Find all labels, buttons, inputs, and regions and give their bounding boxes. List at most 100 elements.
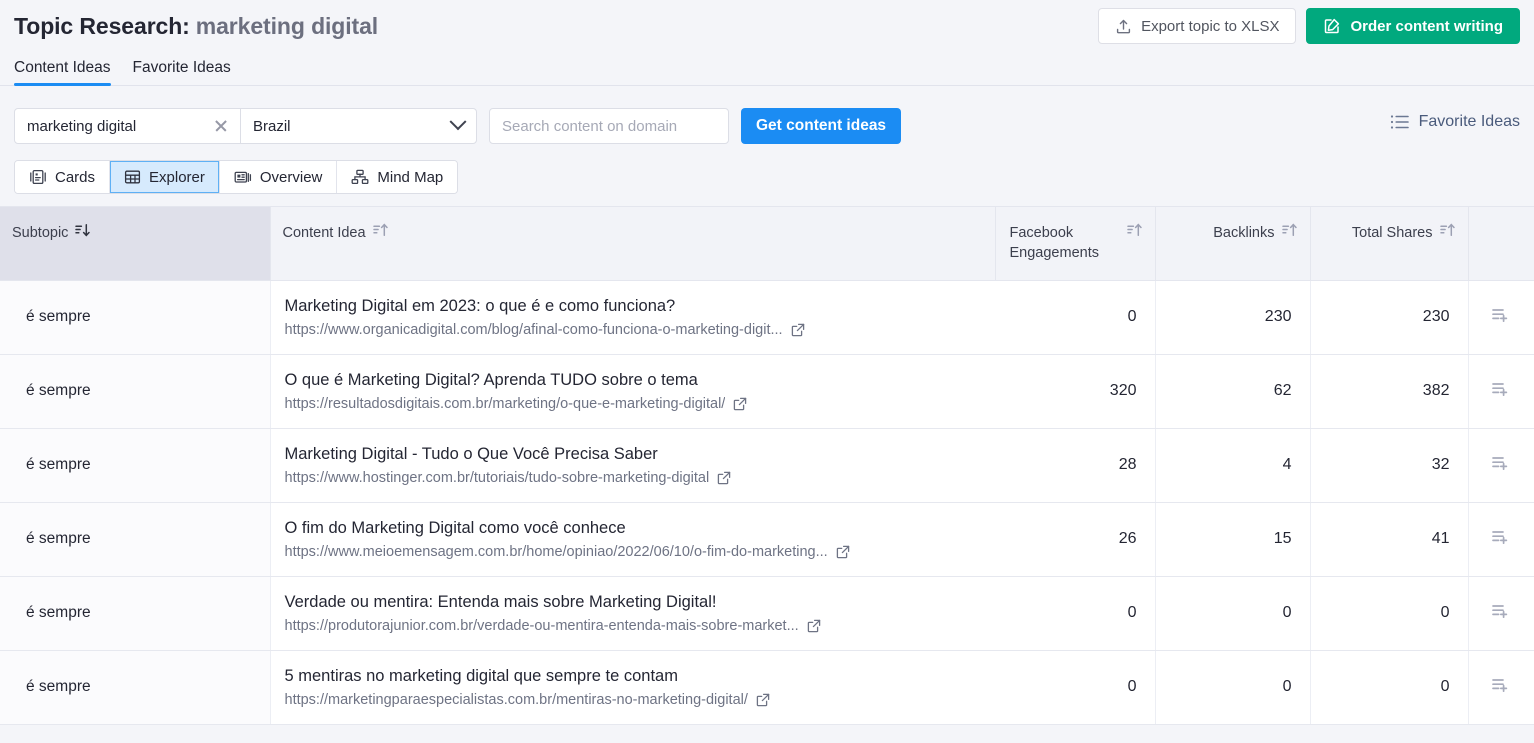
close-icon[interactable] [212, 117, 230, 135]
export-topic-label: Export topic to XLSX [1141, 17, 1280, 35]
cell-total-shares: 0 [1310, 650, 1469, 725]
cell-total-shares: 382 [1310, 354, 1469, 429]
external-link-icon[interactable] [807, 619, 821, 633]
cell-content-idea: Verdade ou mentira: Entenda mais sobre M… [270, 576, 995, 651]
view-explorer-button[interactable]: Explorer [110, 161, 220, 193]
overview-icon [234, 169, 252, 185]
cell-facebook-engagements: 0 [995, 576, 1156, 651]
add-to-list-icon[interactable] [1491, 380, 1511, 398]
table-row[interactable]: é sempre 5 mentiras no marketing digital… [0, 650, 1534, 725]
page-title-topic: marketing digital [195, 12, 379, 39]
table-row[interactable]: é sempre Verdade ou mentira: Entenda mai… [0, 576, 1534, 651]
ideas-table: Subtopic Content Idea Facebook Engagemen… [0, 207, 1534, 725]
add-to-list-icon[interactable] [1491, 676, 1511, 694]
idea-title[interactable]: Verdade ou mentira: Entenda mais sobre M… [285, 592, 978, 613]
main-tabs: Content Ideas Favorite Ideas [0, 52, 1534, 86]
idea-title[interactable]: 5 mentiras no marketing digital que semp… [285, 666, 978, 687]
tab-favorite-ideas-label: Favorite Ideas [132, 59, 231, 76]
upload-icon [1115, 18, 1132, 35]
get-content-ideas-button[interactable]: Get content ideas [741, 108, 902, 144]
cell-content-idea: Marketing Digital em 2023: o que é e com… [270, 280, 995, 355]
keyword-input[interactable]: marketing digital [15, 109, 240, 143]
cell-actions [1468, 280, 1534, 355]
keyword-country-combo: marketing digital Brazil [14, 108, 477, 144]
column-header-total-shares-label: Total Shares [1351, 225, 1433, 241]
cell-facebook-engagements: 26 [995, 502, 1156, 577]
cell-subtopic: é sempre [0, 354, 271, 429]
top-bar-actions: Export topic to XLSX Order content writi… [1098, 8, 1520, 44]
idea-url[interactable]: https://produtorajunior.com.br/verdade-o… [285, 618, 799, 634]
view-cards-button[interactable]: Cards [15, 161, 111, 193]
cell-content-idea: 5 mentiras no marketing digital que semp… [270, 650, 995, 725]
idea-url-row: https://produtorajunior.com.br/verdade-o… [285, 618, 978, 634]
country-value: Brazil [253, 117, 291, 135]
idea-url[interactable]: https://www.organicadigital.com/blog/afi… [285, 322, 783, 338]
cell-actions [1468, 428, 1534, 503]
cell-backlinks: 0 [1155, 650, 1311, 725]
external-link-icon[interactable] [733, 397, 747, 411]
cell-total-shares: 41 [1310, 502, 1469, 577]
column-header-subtopic[interactable]: Subtopic [0, 207, 271, 281]
add-to-list-icon[interactable] [1491, 602, 1511, 620]
order-content-writing-label: Order content writing [1350, 17, 1503, 35]
add-to-list-icon[interactable] [1491, 306, 1511, 324]
idea-url[interactable]: https://www.meioemensagem.com.br/home/op… [285, 544, 828, 560]
cell-subtopic: é sempre [0, 502, 271, 577]
country-select[interactable]: Brazil [241, 109, 476, 143]
idea-title[interactable]: O que é Marketing Digital? Aprenda TUDO … [285, 370, 978, 391]
cell-facebook-engagements: 28 [995, 428, 1156, 503]
table-body: é sempre Marketing Digital em 2023: o qu… [0, 280, 1534, 725]
column-header-content-idea[interactable]: Content Idea [270, 207, 996, 281]
view-mindmap-label: Mind Map [377, 168, 444, 186]
column-header-total-shares[interactable]: Total Shares [1310, 207, 1469, 281]
page-title: Topic Research: marketing digital [14, 13, 378, 40]
column-header-facebook-engagements-label: Facebook Engagements [1009, 225, 1099, 262]
mindmap-icon [351, 169, 369, 185]
table-row[interactable]: é sempre O que é Marketing Digital? Apre… [0, 354, 1534, 429]
tab-content-ideas[interactable]: Content Ideas [14, 59, 111, 86]
table-row[interactable]: é sempre Marketing Digital - Tudo o Que … [0, 428, 1534, 503]
view-cards-label: Cards [55, 168, 96, 186]
view-explorer-label: Explorer [149, 168, 205, 186]
idea-url-row: https://resultadosdigitais.com.br/market… [285, 396, 978, 412]
export-topic-button[interactable]: Export topic to XLSX [1098, 8, 1297, 44]
tab-favorite-ideas[interactable]: Favorite Ideas [133, 59, 231, 85]
cell-actions [1468, 502, 1534, 577]
idea-url[interactable]: https://marketingparaespecialistas.com.b… [285, 692, 748, 708]
cell-subtopic: é sempre [0, 650, 271, 725]
external-link-icon[interactable] [836, 545, 850, 559]
view-overview-button[interactable]: Overview [219, 161, 338, 193]
view-overview-label: Overview [259, 168, 323, 186]
sort-asc-icon [1281, 223, 1298, 238]
idea-url[interactable]: https://resultadosdigitais.com.br/market… [285, 396, 726, 412]
external-link-icon[interactable] [756, 693, 770, 707]
favorite-ideas-link[interactable]: Favorite Ideas [1390, 104, 1520, 140]
sort-desc-icon [75, 223, 91, 238]
idea-title[interactable]: Marketing Digital em 2023: o que é e com… [285, 296, 978, 317]
order-content-writing-button[interactable]: Order content writing [1306, 8, 1520, 44]
column-header-backlinks-label: Backlinks [1213, 225, 1275, 241]
add-to-list-icon[interactable] [1491, 528, 1511, 546]
favorite-ideas-link-label: Favorite Ideas [1418, 113, 1520, 130]
cell-backlinks: 0 [1155, 576, 1311, 651]
idea-url[interactable]: https://www.hostinger.com.br/tutoriais/t… [285, 470, 710, 486]
top-bar: Topic Research: marketing digital Export … [0, 0, 1534, 52]
view-mindmap-button[interactable]: Mind Map [337, 161, 458, 193]
cell-facebook-engagements: 320 [995, 354, 1156, 429]
search-controls: marketing digital Brazil Get content ide… [0, 86, 1534, 148]
column-header-facebook-engagements[interactable]: Facebook Engagements [995, 207, 1156, 281]
cell-total-shares: 0 [1310, 576, 1469, 651]
edit-square-icon [1323, 17, 1341, 35]
cell-subtopic: é sempre [0, 428, 271, 503]
idea-title[interactable]: O fim do Marketing Digital como você con… [285, 518, 978, 539]
add-to-list-icon[interactable] [1491, 454, 1511, 472]
list-icon [1390, 114, 1409, 130]
idea-title[interactable]: Marketing Digital - Tudo o Que Você Prec… [285, 444, 978, 465]
search-domain-input[interactable] [489, 108, 729, 144]
table-row[interactable]: é sempre Marketing Digital em 2023: o qu… [0, 280, 1534, 355]
sort-asc-icon [372, 223, 389, 238]
external-link-icon[interactable] [791, 323, 805, 337]
column-header-backlinks[interactable]: Backlinks [1155, 207, 1311, 281]
table-row[interactable]: é sempre O fim do Marketing Digital como… [0, 502, 1534, 577]
external-link-icon[interactable] [717, 471, 731, 485]
